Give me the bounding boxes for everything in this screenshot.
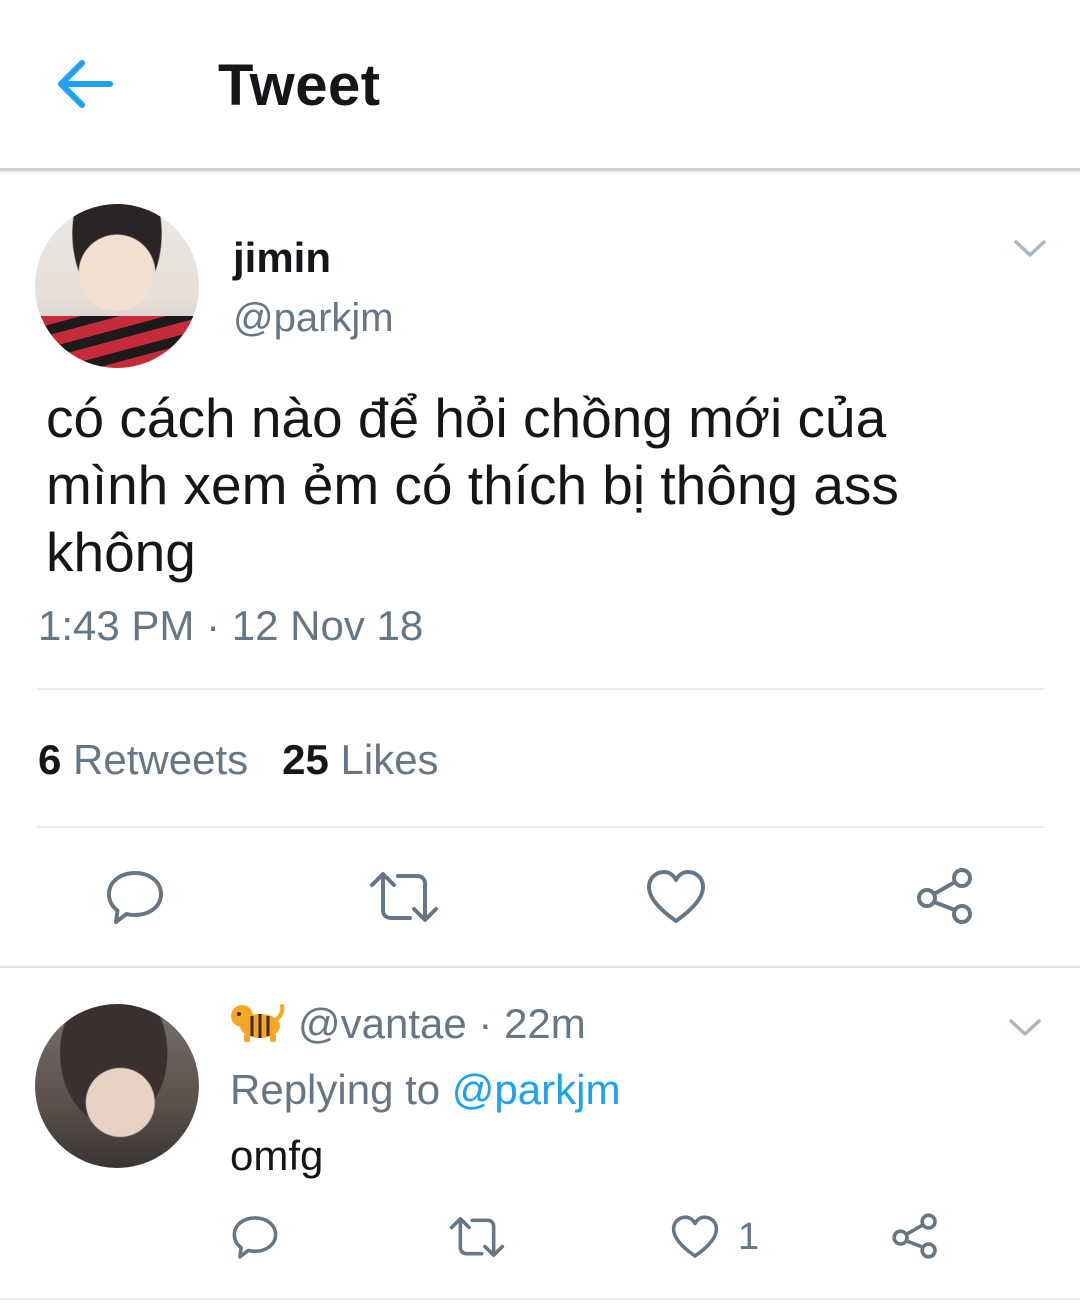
likes-label: Likes [340,736,439,783]
reply-button[interactable] [104,868,166,926]
retweet-button[interactable] [448,1214,506,1260]
divider [37,826,1044,828]
replying-to: Replying to @parkjm [230,1066,620,1114]
reply-icon [104,868,166,926]
like-icon [670,1214,720,1260]
separator: · [466,1000,505,1047]
like-button[interactable] [645,868,707,926]
replying-prefix: Replying to [230,1066,452,1113]
share-icon [890,1212,940,1260]
back-button[interactable] [50,54,118,114]
avatar[interactable] [35,204,199,368]
reply-time: 22m [504,1000,586,1047]
reply-avatar[interactable] [35,1004,199,1168]
reply-text: omfg [230,1132,324,1179]
reply-icon [230,1214,280,1260]
retweet-button[interactable] [368,868,440,926]
reply-handle[interactable]: @vantae [298,1000,467,1047]
share-button[interactable] [914,866,976,926]
user-handle[interactable]: @parkjm [233,296,394,341]
tiger-icon [230,1000,286,1044]
reply-header: @vantae · 22m [230,1000,586,1048]
retweet-icon [448,1214,506,1260]
tweet-timestamp: 1:43 PM · 12 Nov 18 [38,602,424,649]
replying-to-link[interactable]: @parkjm [452,1066,621,1113]
retweets-stat[interactable]: 6 Retweets [38,736,248,783]
like-button[interactable] [670,1214,720,1260]
retweet-icon [368,868,440,926]
arrow-left-icon [50,54,118,114]
retweets-count: 6 [38,736,62,783]
page-title: Tweet [218,53,381,118]
likes-stat[interactable]: 25 Likes [282,736,438,783]
display-name[interactable]: jimin [233,234,331,282]
divider [0,1298,1080,1300]
share-button[interactable] [890,1212,940,1260]
reply-button[interactable] [230,1214,280,1260]
reply-like-count: 1 [738,1216,760,1258]
like-icon [645,868,707,926]
share-icon [914,866,976,926]
divider [37,688,1044,690]
tweet-stats: 6 Retweets 25 Likes [38,736,439,784]
chevron-down-icon[interactable] [1008,1017,1042,1039]
top-bar: Tweet [0,0,1080,171]
tweet-text: có cách nào để hỏi chồng mới của mình xe… [46,387,899,583]
chevron-down-icon[interactable] [1013,238,1047,260]
retweets-label: Retweets [73,736,249,783]
section-divider [0,966,1080,968]
likes-count: 25 [282,736,329,783]
